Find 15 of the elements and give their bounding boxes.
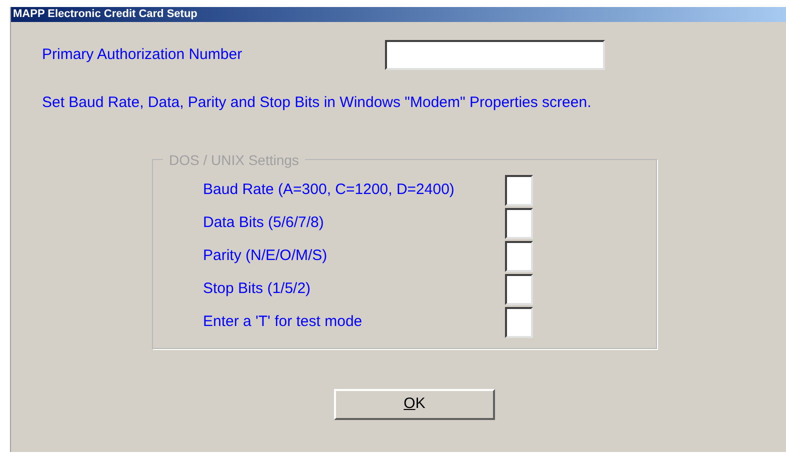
setting-input[interactable] <box>505 240 533 272</box>
instruction-text: Set Baud Rate, Data, Parity and Stop Bits in Windows "Modem" Properties screen. <box>41 93 592 113</box>
setting-label: Parity (N/E/O/M/S) <box>202 246 328 266</box>
setting-label: Enter a 'T' for test mode <box>202 312 364 332</box>
setting-input[interactable] <box>505 306 533 338</box>
ok-button[interactable]: OK <box>334 388 495 420</box>
setting-input[interactable] <box>505 274 533 304</box>
setting-label: Data Bits (5/6/7/8) <box>202 212 325 233</box>
setting-label: Stop Bits (1/5/2) <box>202 278 312 299</box>
setting-input[interactable] <box>505 174 533 206</box>
field-label: Primary Authorization Number <box>42 44 244 65</box>
setting-input[interactable] <box>505 208 533 238</box>
input-field[interactable] <box>385 40 605 70</box>
setting-label: Baud Rate (A=300, C=1200, D=2400) <box>202 180 456 200</box>
window-title: MAPP Electronic Credit Card Setup <box>11 7 786 22</box>
